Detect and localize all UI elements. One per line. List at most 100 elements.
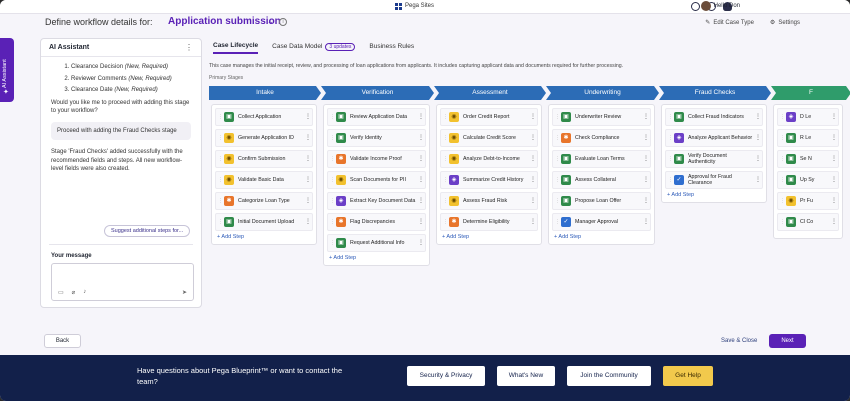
step-menu-icon[interactable]: ⋮ bbox=[304, 198, 312, 204]
step-menu-icon[interactable]: ⋮ bbox=[830, 219, 838, 225]
attach-icon[interactable]: ⌀ bbox=[72, 289, 76, 296]
next-button[interactable]: Next bbox=[769, 334, 806, 348]
step-card[interactable]: ⋮ ▣ Verify Identity ⋮ bbox=[327, 129, 426, 147]
settings-link[interactable]: ⚙ Settings bbox=[770, 19, 800, 27]
step-menu-icon[interactable]: ⋮ bbox=[529, 177, 537, 183]
step-card[interactable]: ⋮ ◉ Confirm Submission ⋮ bbox=[215, 150, 313, 168]
tab-case-data-model[interactable]: Case Data Model 3 updates bbox=[272, 42, 356, 54]
step-menu-icon[interactable]: ⋮ bbox=[830, 135, 838, 141]
step-menu-icon[interactable]: ⋮ bbox=[417, 219, 425, 225]
step-card[interactable]: ⋮ ◉ Scan Documents for PII ⋮ bbox=[327, 171, 426, 189]
ai-assistant-side-tab[interactable]: AI Assistant ✦ bbox=[0, 38, 14, 102]
drag-handle-icon[interactable]: ⋮ bbox=[216, 135, 223, 141]
drag-handle-icon[interactable]: ⋮ bbox=[553, 198, 560, 204]
step-menu-icon[interactable]: ⋮ bbox=[529, 219, 537, 225]
add-step-button[interactable]: + Add Step bbox=[215, 234, 313, 240]
step-menu-icon[interactable]: ⋮ bbox=[304, 177, 312, 183]
drag-handle-icon[interactable]: ⋮ bbox=[441, 198, 448, 204]
step-card[interactable]: ⋮ ✓ Approval for Fraud Clearance ⋮ bbox=[665, 171, 763, 189]
step-menu-icon[interactable]: ⋮ bbox=[754, 135, 762, 141]
send-icon[interactable]: ➤ bbox=[182, 289, 187, 296]
step-menu-icon[interactable]: ⋮ bbox=[754, 114, 762, 120]
drag-handle-icon[interactable]: ⋮ bbox=[328, 198, 335, 204]
step-card[interactable]: ⋮ ▣ Up Sy ⋮ bbox=[777, 171, 839, 189]
step-card[interactable]: ⋮ ▣ Evaluate Loan Terms ⋮ bbox=[552, 150, 651, 168]
drag-handle-icon[interactable]: ⋮ bbox=[441, 114, 448, 120]
step-card[interactable]: ⋮ ▣ Verify Document Authenticity ⋮ bbox=[665, 150, 763, 168]
step-card[interactable]: ⋮ ▣ Initial Document Upload ⋮ bbox=[215, 213, 313, 231]
step-menu-icon[interactable]: ⋮ bbox=[642, 219, 650, 225]
stage-verification[interactable]: Verification bbox=[321, 86, 434, 100]
step-card[interactable]: ⋮ ◉ Order Credit Report ⋮ bbox=[440, 108, 538, 126]
step-menu-icon[interactable]: ⋮ bbox=[830, 177, 838, 183]
drag-handle-icon[interactable]: ⋮ bbox=[216, 114, 223, 120]
user-menu[interactable]: Hello Don bbox=[700, 1, 740, 11]
step-menu-icon[interactable]: ⋮ bbox=[417, 156, 425, 162]
drag-handle-icon[interactable]: ⋮ bbox=[441, 156, 448, 162]
drag-handle-icon[interactable]: ⋮ bbox=[778, 114, 785, 120]
more-options-icon[interactable]: ⋮ bbox=[185, 43, 193, 52]
step-menu-icon[interactable]: ⋮ bbox=[304, 135, 312, 141]
step-menu-icon[interactable]: ⋮ bbox=[754, 177, 762, 183]
step-menu-icon[interactable]: ⋮ bbox=[417, 177, 425, 183]
step-card[interactable]: ⋮ ▣ Collect Application ⋮ bbox=[215, 108, 313, 126]
step-card[interactable]: ⋮ ◉ Validate Basic Data ⋮ bbox=[215, 171, 313, 189]
drag-handle-icon[interactable]: ⋮ bbox=[441, 219, 448, 225]
drag-handle-icon[interactable]: ⋮ bbox=[441, 177, 448, 183]
step-menu-icon[interactable]: ⋮ bbox=[642, 114, 650, 120]
suggest-steps-button[interactable]: Suggest additional steps for... bbox=[104, 225, 191, 237]
chevron-down-icon[interactable]: ⌄ bbox=[267, 17, 274, 26]
save-close-link[interactable]: Save & Close bbox=[721, 338, 757, 344]
step-card[interactable]: ⋮ ✱ Categorize Loan Type ⋮ bbox=[215, 192, 313, 210]
step-card[interactable]: ⋮ ◉ Pr Fu ⋮ bbox=[777, 192, 839, 210]
drag-handle-icon[interactable]: ⋮ bbox=[778, 219, 785, 225]
add-step-button[interactable]: + Add Step bbox=[440, 234, 538, 240]
comment-icon[interactable]: ▭ bbox=[58, 289, 64, 296]
get-help-button[interactable]: Get Help bbox=[663, 366, 713, 386]
step-card[interactable]: ⋮ ◈ Analyze Applicant Behavior ⋮ bbox=[665, 129, 763, 147]
step-menu-icon[interactable]: ⋮ bbox=[417, 135, 425, 141]
add-step-button[interactable]: + Add Step bbox=[327, 255, 426, 261]
step-card[interactable]: ⋮ ◉ Assess Fraud Risk ⋮ bbox=[440, 192, 538, 210]
step-card[interactable]: ⋮ ◈ Extract Key Document Data ⋮ bbox=[327, 192, 426, 210]
step-card[interactable]: ⋮ ▣ Se N ⋮ bbox=[777, 150, 839, 168]
back-button[interactable]: Back bbox=[44, 334, 81, 348]
step-menu-icon[interactable]: ⋮ bbox=[830, 114, 838, 120]
security-privacy-button[interactable]: Security & Privacy bbox=[407, 366, 485, 386]
help-icon[interactable] bbox=[691, 2, 700, 11]
step-menu-icon[interactable]: ⋮ bbox=[529, 156, 537, 162]
drag-handle-icon[interactable]: ⋮ bbox=[666, 177, 673, 183]
step-menu-icon[interactable]: ⋮ bbox=[304, 114, 312, 120]
drag-handle-icon[interactable]: ⋮ bbox=[553, 114, 560, 120]
step-card[interactable]: ⋮ ◉ Calculate Credit Score ⋮ bbox=[440, 129, 538, 147]
drag-handle-icon[interactable]: ⋮ bbox=[666, 135, 673, 141]
drag-handle-icon[interactable]: ⋮ bbox=[666, 156, 673, 162]
step-menu-icon[interactable]: ⋮ bbox=[830, 198, 838, 204]
step-menu-icon[interactable]: ⋮ bbox=[642, 177, 650, 183]
drag-handle-icon[interactable]: ⋮ bbox=[216, 156, 223, 162]
step-menu-icon[interactable]: ⋮ bbox=[417, 198, 425, 204]
drag-handle-icon[interactable]: ⋮ bbox=[553, 156, 560, 162]
step-menu-icon[interactable]: ⋮ bbox=[642, 156, 650, 162]
tab-case-lifecycle[interactable]: Case Lifecycle bbox=[213, 42, 259, 54]
join-community-button[interactable]: Join the Community bbox=[567, 366, 651, 386]
info-icon[interactable]: i bbox=[279, 18, 287, 26]
step-menu-icon[interactable]: ⋮ bbox=[304, 156, 312, 162]
step-card[interactable]: ⋮ ✱ Check Compliance ⋮ bbox=[552, 129, 651, 147]
microphone-icon[interactable]: ♪ bbox=[83, 289, 86, 296]
stage-underwriting[interactable]: Underwriting bbox=[546, 86, 659, 100]
step-card[interactable]: ⋮ ▣ Underwriter Review ⋮ bbox=[552, 108, 651, 126]
drag-handle-icon[interactable]: ⋮ bbox=[328, 240, 335, 246]
step-card[interactable]: ⋮ ▣ Review Application Data ⋮ bbox=[327, 108, 426, 126]
drag-handle-icon[interactable]: ⋮ bbox=[553, 177, 560, 183]
step-menu-icon[interactable]: ⋮ bbox=[417, 240, 425, 246]
step-card[interactable]: ⋮ ✱ Flag Discrepancies ⋮ bbox=[327, 213, 426, 231]
drag-handle-icon[interactable]: ⋮ bbox=[328, 135, 335, 141]
drag-handle-icon[interactable]: ⋮ bbox=[778, 135, 785, 141]
drag-handle-icon[interactable]: ⋮ bbox=[328, 177, 335, 183]
step-menu-icon[interactable]: ⋮ bbox=[642, 198, 650, 204]
brand[interactable]: Pega Sites bbox=[394, 2, 434, 10]
drag-handle-icon[interactable]: ⋮ bbox=[328, 219, 335, 225]
step-card[interactable]: ⋮ ▣ Cl Co ⋮ bbox=[777, 213, 839, 231]
step-menu-icon[interactable]: ⋮ bbox=[529, 198, 537, 204]
